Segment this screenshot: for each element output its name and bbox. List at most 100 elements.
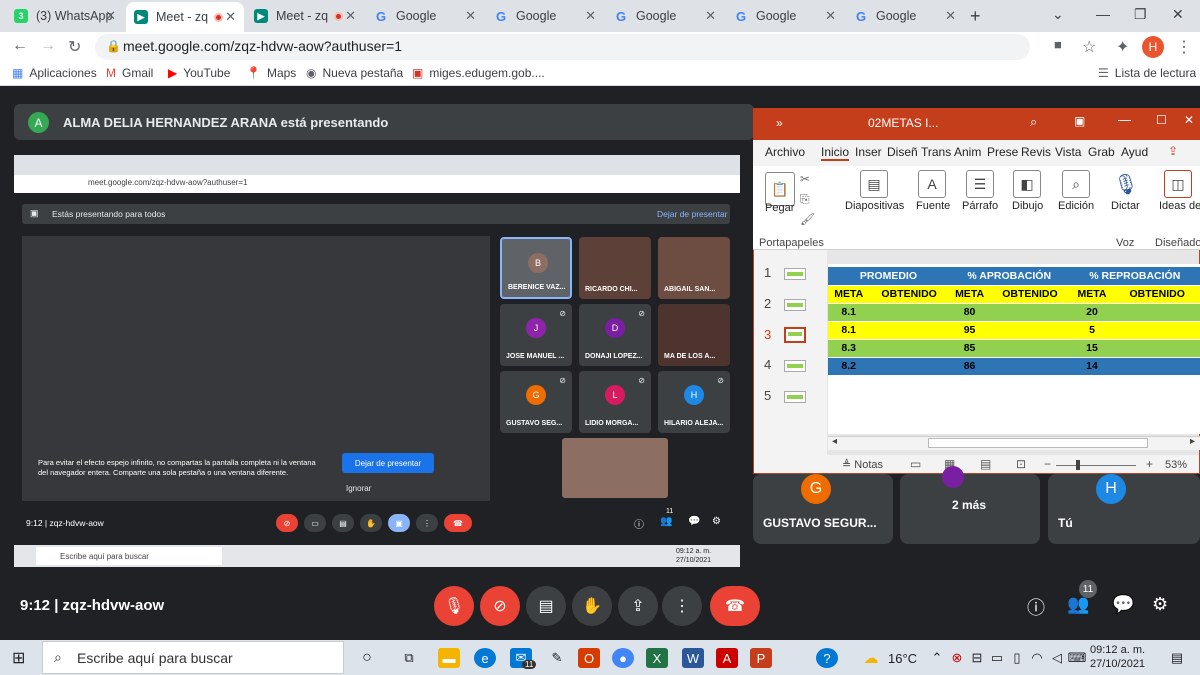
edicion-button[interactable]: Edición — [1058, 200, 1094, 212]
participant-tile-more[interactable]: 2 más — [900, 466, 1040, 544]
expand-icon[interactable]: » — [776, 116, 783, 130]
menu-grabar[interactable]: Grab — [1088, 145, 1115, 159]
back-icon[interactable]: ← — [12, 37, 28, 55]
slide-thumb[interactable] — [784, 268, 806, 280]
menu-presentacion[interactable]: Prese — [987, 145, 1018, 159]
chat-icon[interactable]: 💬 — [1112, 594, 1134, 615]
bookmark-maps[interactable]: 📍 Maps — [246, 66, 296, 80]
paragraph-icon[interactable]: ☰ — [966, 170, 994, 198]
mic-off-button[interactable]: 🎙 — [434, 586, 474, 626]
dictar-button[interactable]: Dictar — [1111, 200, 1140, 212]
close-icon[interactable]: ✕ — [585, 8, 596, 24]
menu-animaciones[interactable]: Anim — [954, 145, 981, 159]
close-button[interactable]: ✕ — [1184, 113, 1194, 127]
close-icon[interactable]: ✕ — [465, 8, 476, 24]
close-icon[interactable]: ✕ — [705, 8, 716, 24]
excel-icon[interactable]: X — [646, 648, 668, 668]
new-tab-button[interactable]: + — [970, 6, 981, 27]
clock[interactable]: 09:12 a. m. 27/10/2021 — [1090, 643, 1145, 671]
menu-ayuda[interactable]: Ayud — [1121, 145, 1148, 159]
minimize-button[interactable]: — — [1118, 112, 1131, 127]
cut-icon[interactable]: ✂ — [800, 172, 810, 186]
participant-tile[interactable]: G GUSTAVO SEGUR... — [753, 474, 893, 544]
diapositivas-button[interactable]: Diapositivas — [845, 200, 904, 212]
reload-icon[interactable]: ↻ — [68, 37, 81, 57]
font-icon[interactable]: A — [918, 170, 946, 198]
zoom-in-icon[interactable]: + — [1146, 457, 1153, 471]
keyboard-icon[interactable]: ⌨ — [1066, 648, 1088, 668]
scroll-thumb[interactable] — [928, 438, 1148, 448]
wifi-icon[interactable]: ◠ — [1026, 648, 1048, 668]
dibujo-button[interactable]: Dibujo — [1012, 200, 1043, 212]
more-options-button[interactable]: ⋮ — [662, 586, 702, 626]
task-view-icon[interactable]: ⧉ — [398, 648, 420, 668]
star-icon[interactable]: ☆ — [1082, 37, 1096, 57]
slide-thumb[interactable] — [784, 299, 806, 311]
url-text[interactable]: meet.google.com/zqz-hdvw-aow?authuser=1 — [123, 38, 402, 54]
close-icon[interactable]: ✕ — [225, 9, 236, 25]
reading-view-icon[interactable]: ▤ — [980, 457, 991, 471]
design-ideas-icon[interactable]: ◫ — [1164, 170, 1192, 198]
zoom-level[interactable]: 53% — [1165, 459, 1187, 471]
tab-google-5[interactable]: G Google ✕ — [846, 0, 964, 32]
find-icon[interactable]: ⌕ — [1062, 170, 1090, 198]
menu-icon[interactable]: ⋮ — [1176, 37, 1192, 57]
hangup-button[interactable]: ☎ — [710, 586, 760, 626]
close-icon[interactable]: ✕ — [825, 8, 836, 24]
zoom-slider[interactable] — [1056, 465, 1136, 466]
tab-google-3[interactable]: G Google ✕ — [606, 0, 724, 32]
onedrive-icon[interactable]: ▯ — [1006, 648, 1028, 668]
menu-vista[interactable]: Vista — [1055, 145, 1081, 159]
parrafo-button[interactable]: Párrafo — [962, 200, 998, 212]
fuente-button[interactable]: Fuente — [916, 200, 950, 212]
slide-thumb-selected[interactable] — [784, 327, 806, 343]
bookmark-apps[interactable]: ▦ Aplicaciones — [12, 66, 97, 80]
antivirus-icon[interactable]: ⊗ — [946, 648, 968, 668]
forward-icon[interactable]: → — [40, 37, 56, 55]
bookmark-gmail[interactable]: M Gmail — [106, 66, 153, 80]
tab-google-4[interactable]: G Google ✕ — [726, 0, 844, 32]
extensions-icon[interactable]: ✦ — [1116, 37, 1129, 57]
info-icon[interactable]: ⓘ — [1027, 594, 1045, 620]
drawing-icon[interactable]: ◧ — [1013, 170, 1041, 198]
menu-archivo[interactable]: Archivo — [765, 145, 805, 159]
normal-view-icon[interactable]: ▭ — [910, 457, 921, 471]
office-icon[interactable]: O — [578, 648, 600, 668]
pdf-icon[interactable]: A — [716, 648, 738, 668]
menu-diseno[interactable]: Diseñ — [887, 145, 918, 159]
menu-transiciones[interactable]: Trans — [921, 145, 951, 159]
network-icon[interactable]: ⊟ — [966, 648, 988, 668]
menu-insertar[interactable]: Inser — [855, 145, 882, 159]
powerpoint-icon[interactable]: P — [750, 648, 772, 668]
tab-google-2[interactable]: G Google ✕ — [486, 0, 604, 32]
chrome-icon[interactable]: ● — [612, 648, 634, 668]
restore-button[interactable]: ❐ — [1134, 6, 1147, 23]
menu-revisar[interactable]: Revis — [1021, 145, 1051, 159]
captions-button[interactable]: ▤ — [526, 586, 566, 626]
camera-off-button[interactable]: ⊘ — [480, 586, 520, 626]
bookmark-new-tab[interactable]: ◉ Nueva pestaña — [306, 66, 403, 80]
camera-icon[interactable]: ■ — [1054, 37, 1062, 52]
slides-icon[interactable]: ▤ — [860, 170, 888, 198]
scroll-right-icon[interactable]: ▸ — [1190, 436, 1195, 447]
edge-icon[interactable]: e — [474, 648, 496, 668]
weather-icon[interactable]: ☁ — [860, 648, 882, 668]
raise-hand-button[interactable]: ✋ — [572, 586, 612, 626]
zoom-slider-thumb[interactable] — [1076, 460, 1080, 470]
share-icon[interactable]: ⇪ — [1168, 144, 1178, 158]
ideas-diseno-button[interactable]: Ideas de diseño — [1159, 200, 1200, 212]
profile-avatar[interactable]: H — [1142, 36, 1164, 58]
close-icon[interactable]: ✕ — [945, 8, 956, 24]
paste-icon[interactable]: 📋 — [765, 172, 795, 206]
cortana-icon[interactable]: ○ — [356, 648, 378, 668]
maximize-button[interactable]: ☐ — [1156, 113, 1167, 127]
bookmark-youtube[interactable]: ▶ YouTube — [168, 66, 230, 80]
tab-whatsapp[interactable]: 3 (3) WhatsApp ✕ — [6, 0, 124, 32]
metas-table[interactable]: PROMEDIO % APROBACIÓN % REPROBACIÓN META… — [828, 267, 1200, 376]
word-icon[interactable]: W — [682, 648, 704, 668]
search-icon[interactable]: ⌕ — [1030, 114, 1037, 130]
slide-thumb[interactable] — [784, 360, 806, 372]
taskbar-search[interactable]: Escribe aquí para buscar — [42, 641, 344, 674]
close-window-button[interactable]: ✕ — [1172, 6, 1184, 23]
menu-inicio[interactable]: Inicio — [821, 145, 850, 161]
